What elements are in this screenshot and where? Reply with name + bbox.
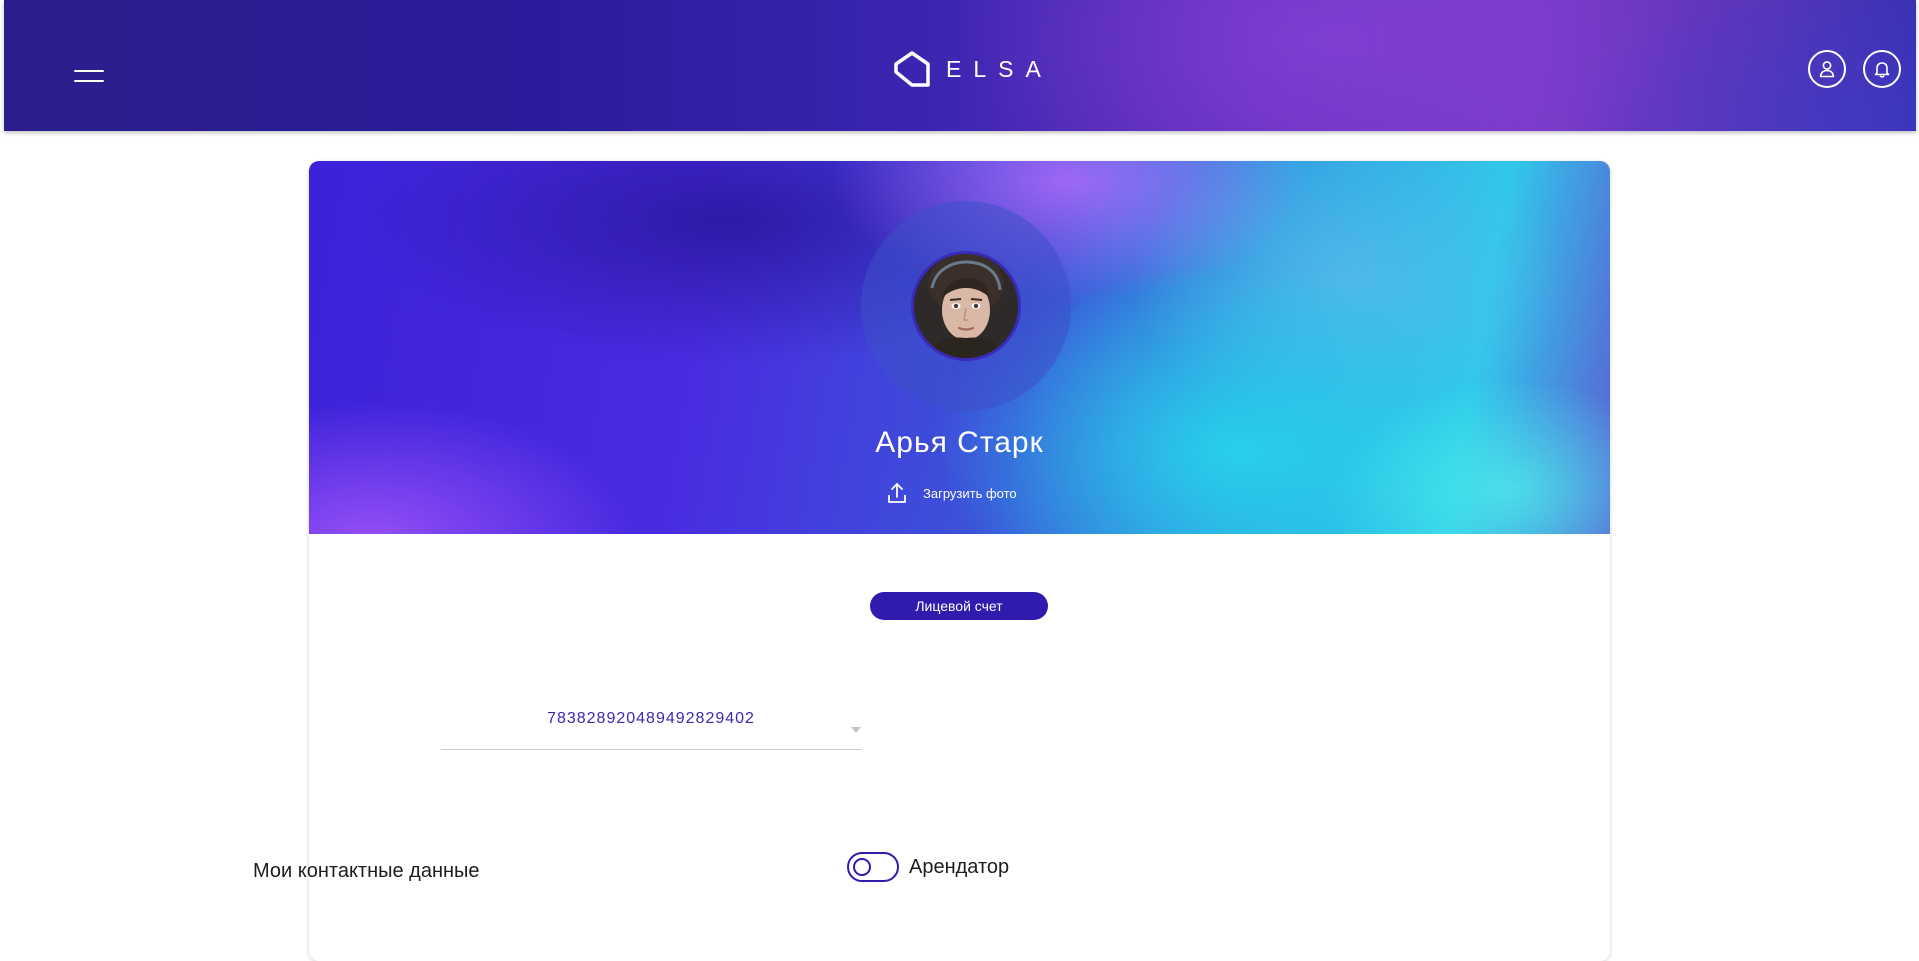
bell-icon	[1874, 62, 1890, 78]
tenant-toggle-label: Арендатор	[909, 855, 1010, 878]
upload-photo-button[interactable]: Загрузить фото	[887, 481, 1017, 505]
tenant-toggle-row: Арендатор	[847, 852, 1009, 882]
tenant-toggle[interactable]	[847, 852, 899, 882]
upload-photo-label: Загрузить фото	[923, 485, 1017, 501]
contacts-section-title: Мои контактные данные	[253, 860, 480, 882]
user-icon	[1819, 61, 1835, 78]
house-outline-icon	[894, 51, 930, 87]
toggle-knob	[853, 858, 871, 876]
account-chip[interactable]: Лицевой счет	[870, 592, 1048, 620]
account-number-value: 78382892048949282940​2	[547, 710, 755, 727]
profile-card: Арья Старк Загрузить фото Лицевой счет	[309, 161, 1610, 961]
user-photo-avatar[interactable]	[911, 251, 1021, 361]
avatar-portrait	[914, 254, 1018, 358]
profile-banner: Арья Старк Загрузить фото	[309, 161, 1610, 534]
chevron-down-icon[interactable]	[851, 727, 861, 733]
top-header: ELSA	[4, 0, 1916, 131]
account-number-select[interactable]: 78382892048949282940​2	[441, 700, 861, 750]
hamburger-menu-icon[interactable]	[74, 62, 104, 86]
notifications-button[interactable]	[1863, 50, 1901, 88]
profile-name: Арья Старк	[875, 426, 1044, 459]
user-profile-button[interactable]	[1808, 50, 1846, 88]
upload-icon	[888, 483, 906, 503]
brand-logo[interactable]: ELSA	[892, 48, 1053, 90]
brand-name: ELSA	[946, 55, 1053, 82]
